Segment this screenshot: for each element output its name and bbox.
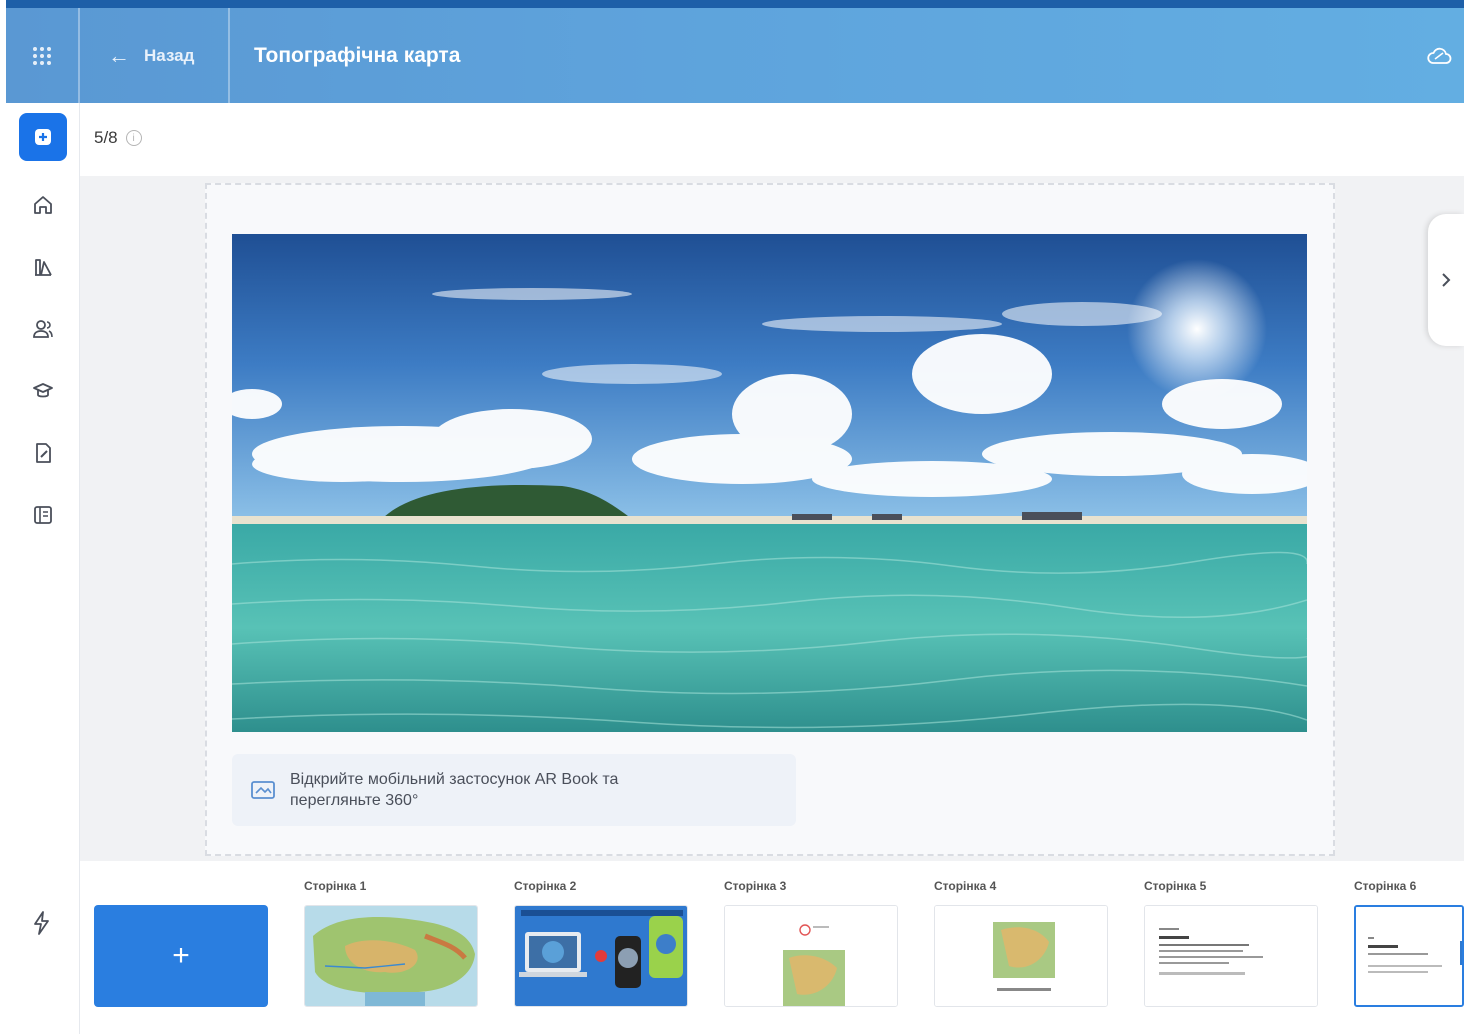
text-page-thumbnail (1356, 907, 1462, 1005)
page-label-3: Сторінка 3 (724, 879, 787, 893)
page-thumbnail-1[interactable] (304, 905, 478, 1007)
page-counter: 5/8 i (94, 128, 142, 148)
page-thumbnail-4[interactable] (934, 905, 1108, 1007)
page-thumbnail-5[interactable] (1144, 905, 1318, 1007)
apps-grid-icon (33, 46, 51, 65)
page-label-1: Сторінка 1 (304, 879, 367, 893)
home-icon (34, 196, 52, 214)
panorama-360-image[interactable] (232, 234, 1307, 732)
next-slide-button[interactable] (1428, 214, 1464, 346)
chevron-right-icon (1442, 273, 1451, 287)
sidebar-item-create[interactable] (19, 113, 67, 161)
ar-book-note: Відкрийте мобільний застосунок AR Book т… (232, 754, 796, 826)
cloud-sync-icon (1427, 47, 1452, 64)
app-promo-thumbnail (515, 906, 687, 1006)
back-button-label: Назад (144, 45, 195, 65)
apps-menu-button[interactable] (6, 8, 80, 103)
users-icon (33, 320, 53, 338)
sidebar-item-assignments[interactable] (19, 429, 67, 477)
text-page-thumbnail (1145, 906, 1317, 1006)
lightning-icon (34, 911, 49, 935)
back-button[interactable]: ← Назад (80, 8, 230, 103)
graduation-cap-icon (33, 383, 53, 398)
sidebar-item-library[interactable] (19, 243, 67, 291)
page-thumbnail-2[interactable] (514, 905, 688, 1007)
page-thumbnail-6[interactable] (1354, 905, 1464, 1007)
sidebar-item-books[interactable] (19, 491, 67, 539)
info-icon[interactable]: i (125, 130, 142, 146)
map-page-thumbnail (935, 906, 1107, 1006)
plus-square-icon (35, 129, 51, 145)
ar-book-note-text: Відкрийте мобільний застосунок AR Book т… (290, 771, 619, 809)
page-label-5: Сторінка 5 (1144, 879, 1207, 893)
add-page-button[interactable]: + (94, 905, 268, 1007)
page-label-6: Сторінка 6 (1354, 879, 1417, 893)
panorama-icon (251, 781, 275, 799)
quick-actions-button[interactable] (30, 910, 54, 941)
sidebar-item-education[interactable] (19, 367, 67, 415)
page-thumbnail-3[interactable] (724, 905, 898, 1007)
page-label-2: Сторінка 2 (514, 879, 577, 893)
sidebar-item-home[interactable] (19, 181, 67, 229)
map-thumbnail (305, 906, 477, 1006)
edit-document-icon (36, 443, 51, 463)
page-title: Топографічна карта (254, 43, 461, 67)
book-icon (34, 506, 52, 524)
library-icon (35, 259, 52, 276)
page-label-4: Сторінка 4 (934, 879, 997, 893)
sidebar-item-users[interactable] (19, 305, 67, 353)
cloud-button[interactable] (1414, 46, 1464, 66)
left-sidebar (6, 103, 80, 1034)
panorama-scene (232, 234, 1307, 732)
window-top-strip (0, 0, 1464, 8)
map-page-thumbnail (725, 906, 897, 1006)
page-counter-text: 5/8 (94, 128, 118, 147)
app-header: ← Назад Топографічна карта (6, 8, 1464, 103)
arrow-left-icon: ← (108, 42, 130, 68)
